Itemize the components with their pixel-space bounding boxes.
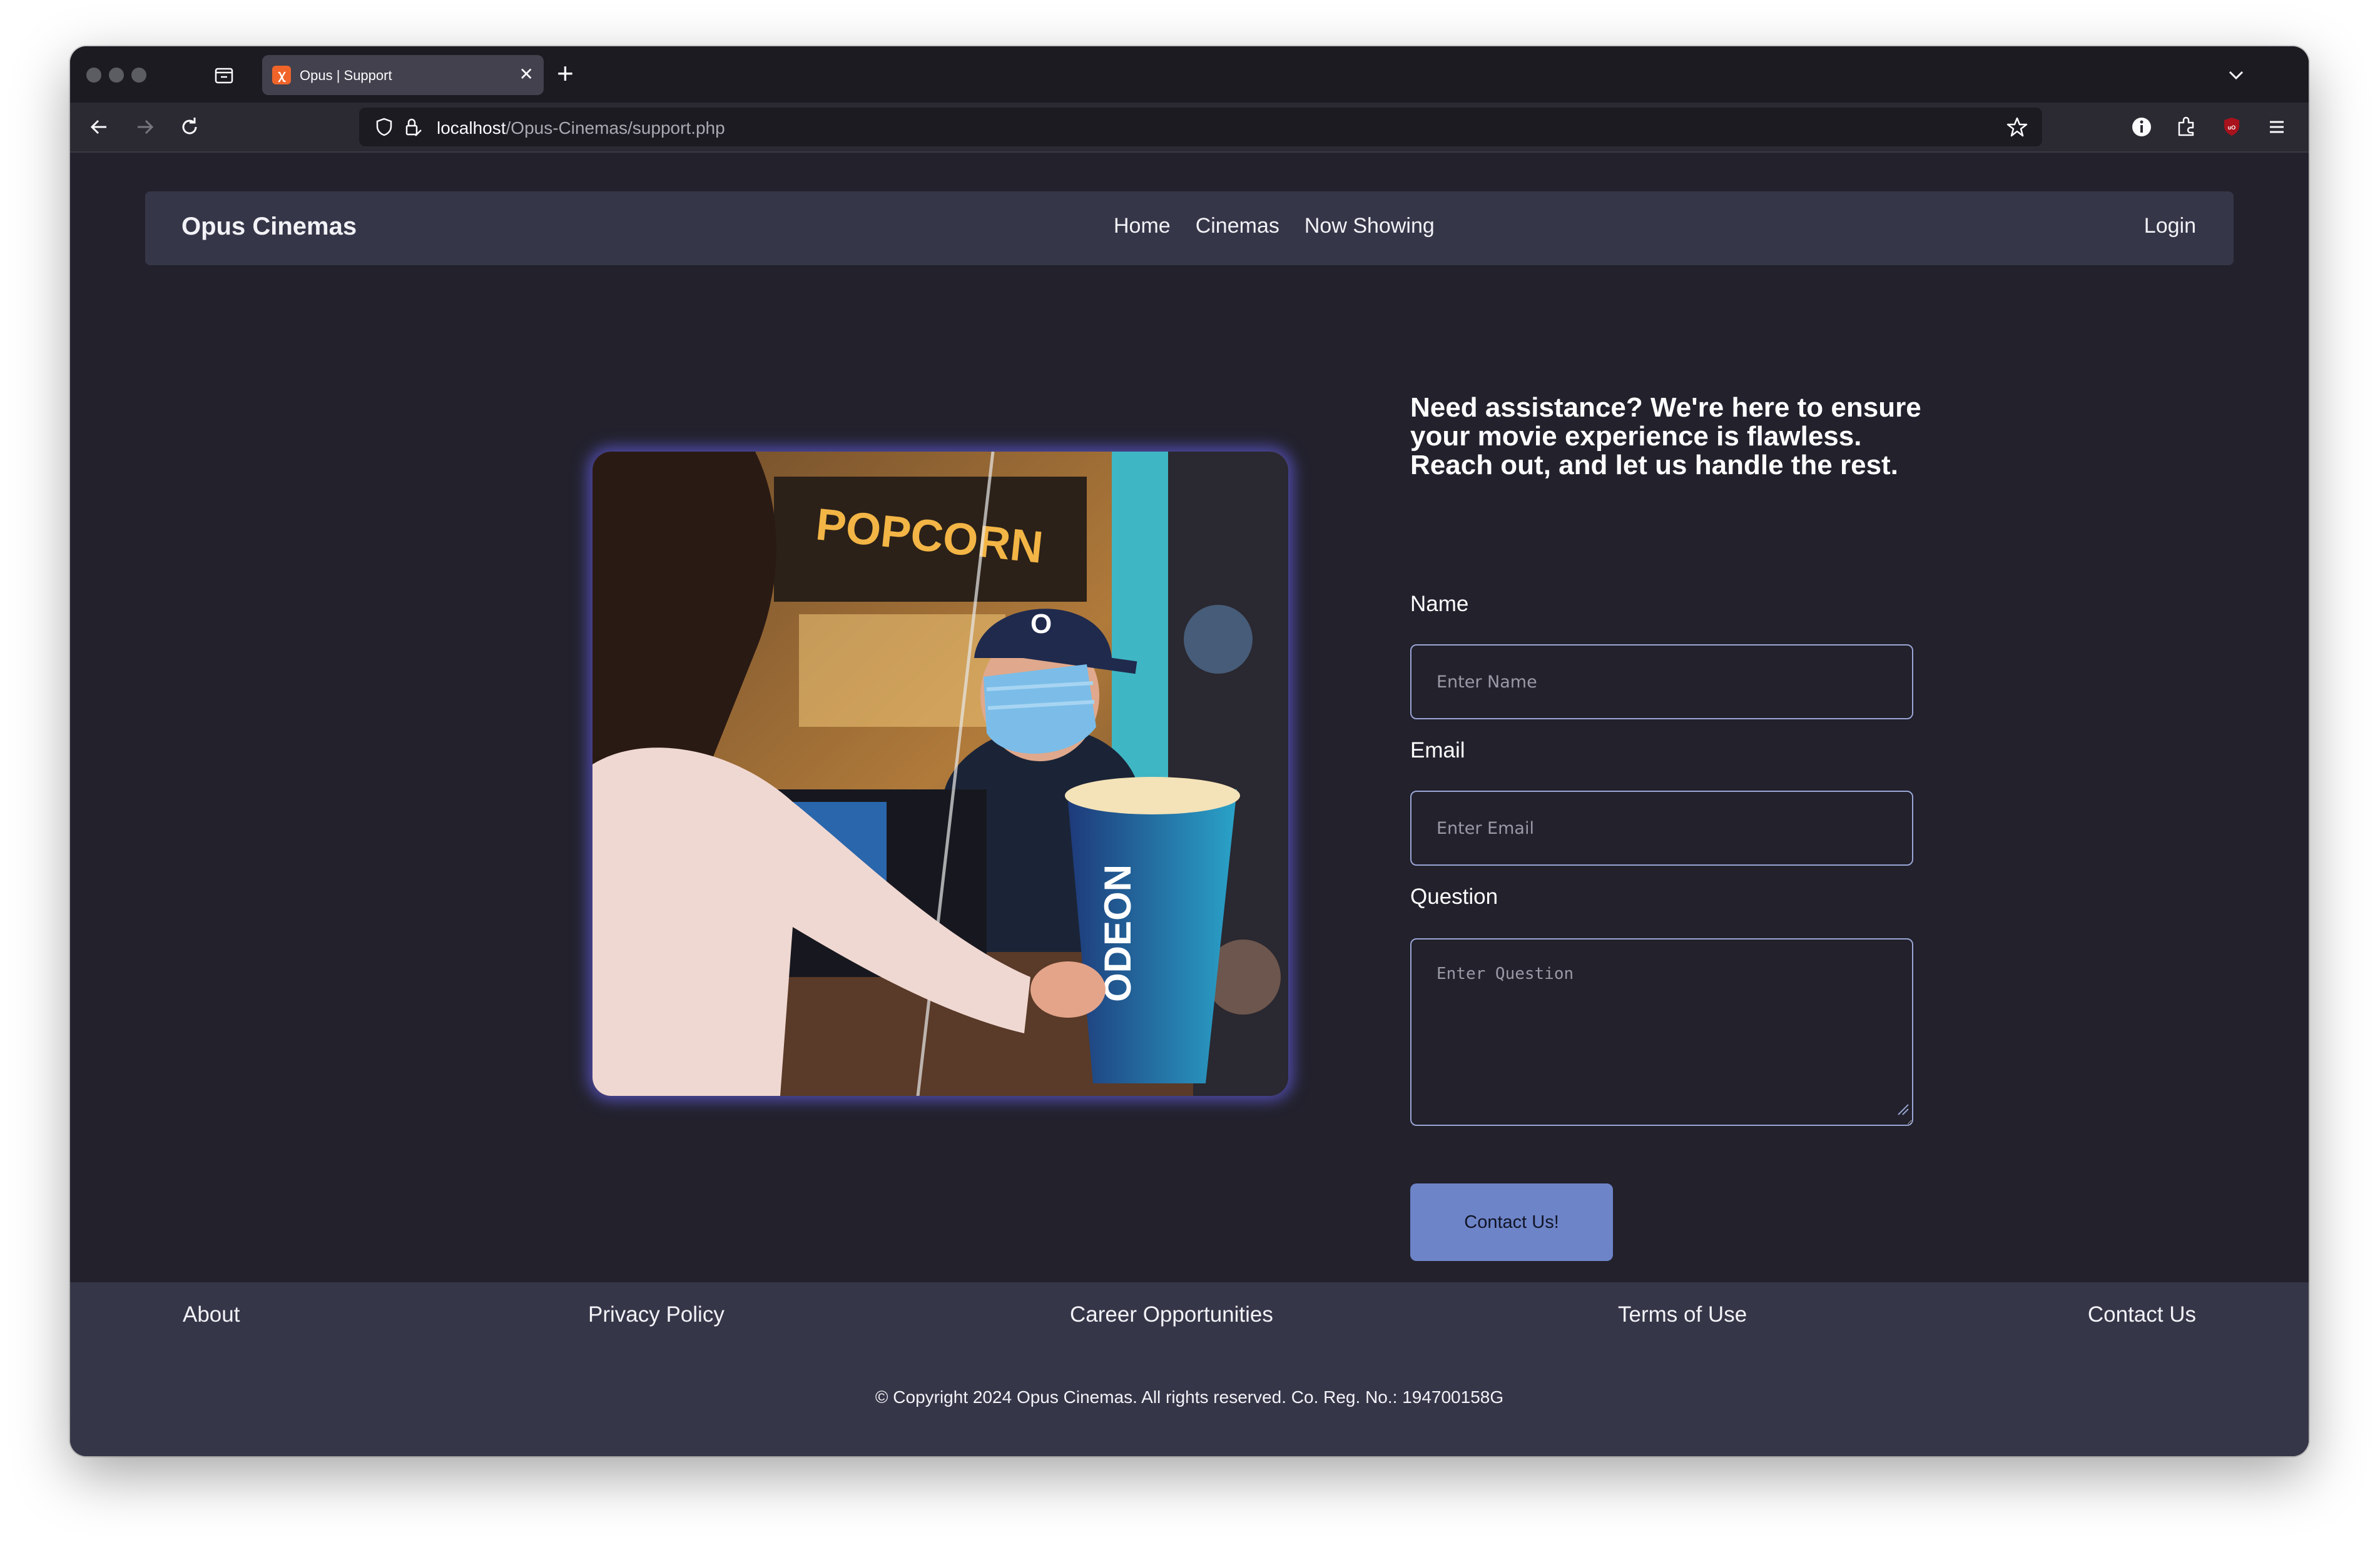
lock-icon[interactable] xyxy=(403,116,423,138)
tab-title: Opus | Support xyxy=(300,68,392,83)
chevron-down-icon[interactable] xyxy=(2224,63,2249,88)
name-input[interactable] xyxy=(1410,644,1913,719)
copyright-text: © Copyright 2024 Opus Cinemas. All right… xyxy=(875,1387,1504,1407)
question-textarea[interactable] xyxy=(1410,938,1913,1126)
nav-cinemas[interactable]: Cinemas xyxy=(1196,214,1279,238)
close-tab-icon[interactable]: ✕ xyxy=(519,64,534,85)
footer-link-career-opportunities[interactable]: Career Opportunities xyxy=(1070,1302,1273,1327)
browser-window: ꭓ Opus | Support ✕ + localhost/Opus-Cine… xyxy=(70,46,2309,1456)
nav-now-showing[interactable]: Now Showing xyxy=(1304,214,1435,238)
support-intro-heading: Need assistance? We're here to ensure yo… xyxy=(1410,392,1921,480)
address-bar[interactable]: localhost/Opus-Cinemas/support.php xyxy=(359,108,2042,146)
footer-link-contact-us[interactable]: Contact Us xyxy=(2088,1302,2196,1327)
info-icon[interactable] xyxy=(2128,114,2155,140)
support-photo: POPCORN O ODEON xyxy=(592,452,1288,1096)
resize-grip-icon[interactable] xyxy=(1896,1102,1910,1116)
footer-link-terms-of-use[interactable]: Terms of Use xyxy=(1618,1302,1747,1327)
email-label: Email xyxy=(1410,738,1465,762)
new-tab-icon[interactable]: + xyxy=(557,58,574,89)
zoom-window-dot[interactable] xyxy=(131,68,146,83)
site-brand[interactable]: Opus Cinemas xyxy=(181,213,357,241)
reload-icon[interactable] xyxy=(175,113,204,141)
site-footer: About Privacy Policy Career Opportunitie… xyxy=(70,1282,2309,1456)
back-arrow-icon[interactable] xyxy=(85,113,114,141)
firefox-view-icon[interactable] xyxy=(213,64,235,86)
browser-tab-bar: ꭓ Opus | Support ✕ + xyxy=(70,46,2309,103)
url-text[interactable]: localhost/Opus-Cinemas/support.php xyxy=(437,118,725,138)
web-page: Opus Cinemas Home Cinemas Now Showing Lo… xyxy=(70,153,2309,1456)
nav-home[interactable]: Home xyxy=(1114,214,1171,238)
main-nav: Home Cinemas Now Showing xyxy=(1114,214,1435,238)
login-link[interactable]: Login xyxy=(2144,214,2196,238)
email-input[interactable] xyxy=(1410,791,1913,866)
footer-link-privacy-policy[interactable]: Privacy Policy xyxy=(588,1302,725,1327)
xampp-icon: ꭓ xyxy=(272,66,291,84)
url-host: localhost xyxy=(437,118,506,138)
shield-icon[interactable] xyxy=(374,117,394,137)
active-tab[interactable]: ꭓ Opus | Support ✕ xyxy=(262,55,544,95)
bookmark-star-icon[interactable] xyxy=(2006,116,2028,138)
minimize-window-dot[interactable] xyxy=(109,68,124,83)
extensions-puzzle-icon[interactable] xyxy=(2174,114,2200,140)
question-label: Question xyxy=(1410,884,1498,909)
url-path: /Opus-Cinemas/support.php xyxy=(506,118,725,138)
contact-us-button[interactable]: Contact Us! xyxy=(1410,1183,1613,1261)
browser-nav-bar: localhost/Opus-Cinemas/support.php uO xyxy=(70,103,2309,151)
forward-arrow-icon[interactable] xyxy=(130,113,159,141)
hamburger-menu-icon[interactable] xyxy=(2264,114,2290,140)
cap-letter-text: O xyxy=(1030,609,1052,639)
site-header: Opus Cinemas Home Cinemas Now Showing Lo… xyxy=(145,191,2234,265)
close-window-dot[interactable] xyxy=(86,68,101,83)
footer-link-about[interactable]: About xyxy=(183,1302,240,1327)
svg-text:uO: uO xyxy=(2228,124,2236,131)
ublock-shield-icon[interactable]: uO xyxy=(2219,114,2245,140)
name-label: Name xyxy=(1410,592,1469,616)
